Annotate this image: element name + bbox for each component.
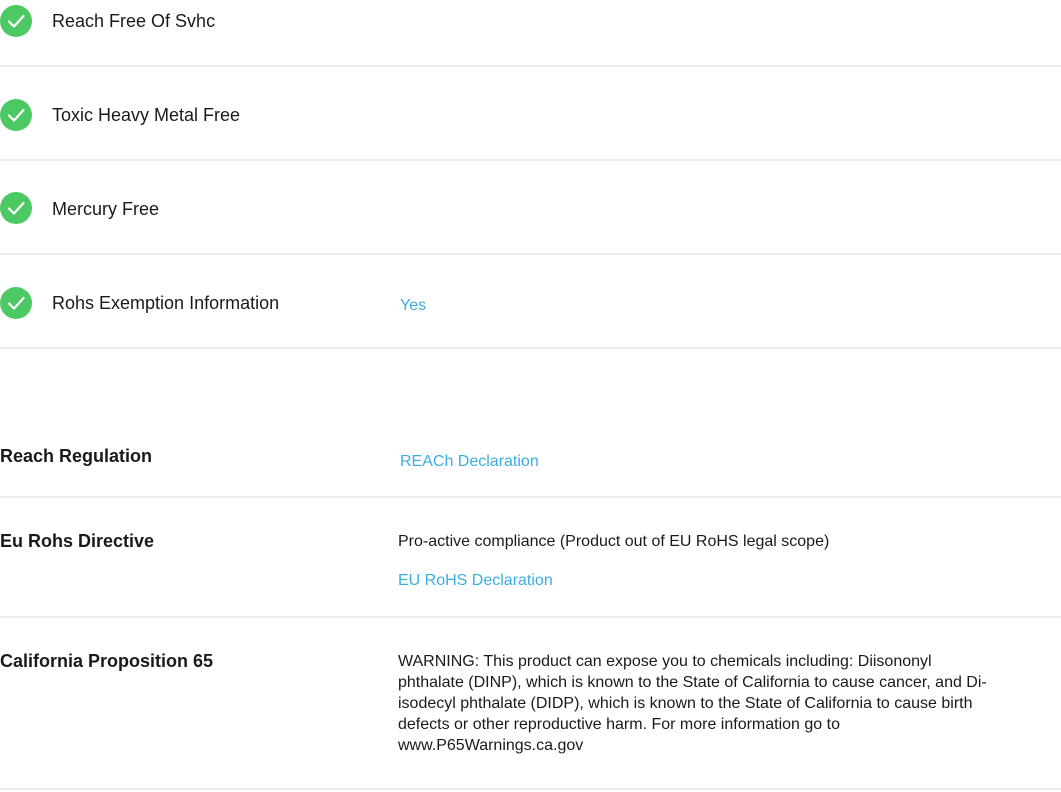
warning-line: www.P65Warnings.ca.gov: [398, 737, 584, 754]
regulation-row-prop65: California Proposition 65 WARNING: This …: [0, 618, 1061, 790]
prop65-warning-text: WARNING: This product can expose you to …: [398, 651, 1048, 756]
regulation-label: Eu Rohs Directive: [0, 531, 155, 551]
compliance-label: Rohs Exemption Information: [52, 293, 280, 313]
compliance-label: Reach Free Of Svhc: [52, 11, 216, 31]
compliance-label: Toxic Heavy Metal Free: [52, 105, 241, 125]
compliance-row-reach-svhc: Reach Free Of Svhc: [0, 0, 1061, 67]
eu-rohs-declaration-link[interactable]: EU RoHS Declaration: [398, 572, 553, 590]
warning-line: WARNING: This product can expose you to …: [398, 653, 932, 670]
rohs-exemption-value: Yes: [400, 297, 427, 314]
check-circle-icon: [0, 99, 32, 131]
reach-declaration-link[interactable]: REACh Declaration: [400, 453, 539, 471]
compliance-row-mercury: Mercury Free: [0, 161, 1061, 255]
check-circle-icon: [0, 192, 32, 224]
compliance-row-heavy-metal: Toxic Heavy Metal Free: [0, 67, 1061, 161]
warning-line: phthalate (DINP), which is known to the …: [398, 674, 987, 691]
compliance-row-rohs-exemption: Rohs Exemption Information Yes: [0, 255, 1061, 349]
regulation-label: Reach Regulation: [0, 446, 153, 466]
compliance-label: Mercury Free: [52, 199, 160, 219]
regulation-row-reach: Reach Regulation REACh Declaration: [0, 349, 1061, 498]
warning-line: defects or other reproductive harm. For …: [398, 716, 840, 733]
regulation-row-eu-rohs: Eu Rohs Directive Pro-active compliance …: [0, 498, 1061, 618]
check-circle-icon: [0, 287, 32, 319]
regulation-label: California Proposition 65: [0, 651, 214, 671]
eu-rohs-compliance-text: Pro-active compliance (Product out of EU…: [398, 533, 830, 550]
warning-line: isodecyl phthalate (DIDP), which is know…: [398, 695, 973, 712]
check-circle-icon: [0, 5, 32, 37]
